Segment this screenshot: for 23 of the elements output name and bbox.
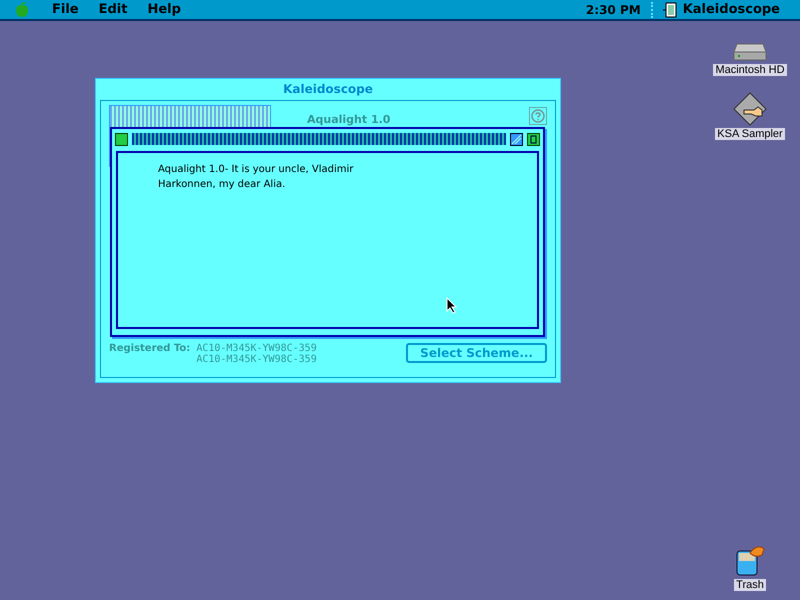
icon-label[interactable]: Macintosh HD [713,64,787,76]
clock[interactable]: 2:30 PM [576,2,651,16]
menu-item[interactable]: Help [137,2,191,17]
window-title: Kaleidoscope [282,81,374,98]
about-message: Aqualight 1.0- It is your uncle, Vladimir Harkonnen, my dear Alia. [158,163,354,192]
registration-code: AC10-M345K-YW98C-359 [196,354,317,365]
zoom-icon[interactable] [510,132,523,146]
title-bar[interactable] [132,133,506,145]
help-icon [531,109,545,123]
menu-item[interactable]: Edit [88,2,138,17]
app-icon[interactable] [662,2,677,18]
app-menu-title[interactable]: Kaleidoscope [682,2,780,17]
registered-label: Registered To: [109,343,190,354]
cursor-icon [446,297,457,314]
close-icon[interactable] [115,132,128,146]
icon-label[interactable]: KSA Sampler [715,128,785,140]
help-button[interactable] [529,107,547,125]
collapse-icon[interactable] [527,132,540,146]
menu-item[interactable]: File [42,2,89,17]
hand-icon [732,92,768,126]
registration-code: AC10-M345K-YW98C-359 [196,343,317,354]
scheme-name: Aqualight 1.0 [307,113,390,126]
icon-label[interactable]: Trash [734,579,766,591]
